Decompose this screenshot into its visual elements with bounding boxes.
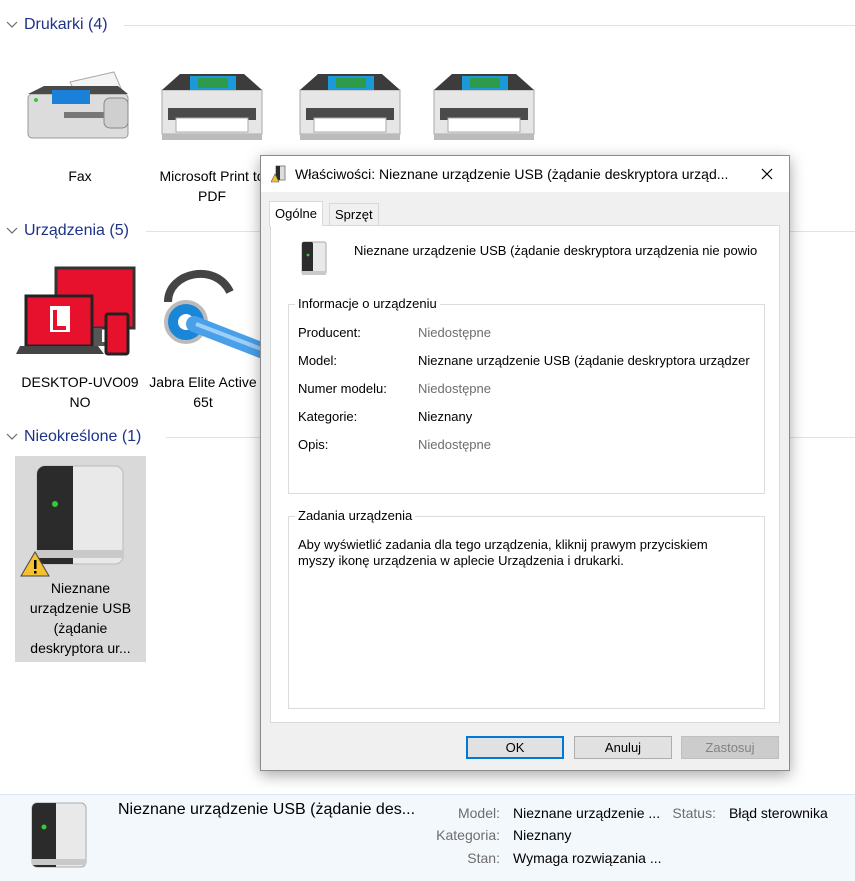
dialog-title: Właściwości: Nieznane urządzenie USB (żą…	[295, 166, 729, 182]
group-header-unspecified[interactable]: Nieokreślone (1)	[0, 425, 141, 449]
properties-dialog: Właściwości: Nieznane urządzenie USB (żą…	[260, 155, 790, 771]
device-label: DESKTOP-UVO09 NO	[21, 374, 139, 410]
details-status-key: Status:	[672, 805, 716, 821]
group-title-devices: Urządzenia (5)	[24, 222, 129, 239]
tasks-text: myszy ikonę urządzenia w aplecie Urządze…	[298, 553, 624, 568]
info-key-category: Kategorie:	[298, 409, 358, 424]
details-category-key: Kategoria:	[436, 827, 500, 843]
device-printer[interactable]: Microsoft Print to PDF	[146, 60, 278, 206]
group-divider	[124, 25, 855, 26]
apply-button[interactable]: Zastosuj	[681, 736, 779, 759]
group-header-devices[interactable]: Urządzenia (5)	[0, 219, 129, 243]
info-value-model: Nieznane urządzenie USB (żądanie deskryp…	[418, 353, 750, 368]
device-printer[interactable]	[418, 60, 550, 160]
headset-icon	[146, 262, 260, 366]
info-value-category: Nieznany	[418, 409, 473, 424]
ok-button[interactable]: OK	[466, 736, 564, 759]
details-state-value: Wymaga rozwiązania ...	[513, 850, 662, 866]
details-state-key: Stan:	[467, 850, 500, 866]
device-printer[interactable]	[284, 60, 416, 160]
group-divider	[166, 437, 260, 438]
device-label: Jabra Elite Active 65t	[149, 374, 257, 410]
computer-icon	[14, 262, 146, 366]
printer-icon	[146, 60, 278, 160]
tab-general[interactable]: Ogólne	[269, 201, 323, 226]
details-device-name: Nieznane urządzenie USB (żądanie des...	[118, 801, 416, 818]
usb-device-icon	[298, 241, 330, 284]
details-status-value: Błąd sterownika	[729, 805, 828, 821]
info-value-description: Niedostępne	[418, 437, 491, 452]
device-info-legend: Informacje o urządzeniu	[295, 296, 440, 311]
chevron-down-icon[interactable]	[0, 13, 24, 37]
group-title-unspecified: Nieokreślone (1)	[24, 428, 142, 445]
group-divider	[146, 231, 260, 232]
info-key-manufacturer: Producent:	[298, 325, 361, 340]
group-divider	[790, 231, 855, 232]
tab-hardware[interactable]: Sprzęt	[329, 203, 379, 225]
device-label: Microsoft Print to PDF	[159, 168, 265, 204]
tasks-text: Aby wyświetlić zadania dla tego urządzen…	[298, 537, 708, 552]
close-icon[interactable]	[745, 156, 789, 192]
group-title-printers: Drukarki (4)	[24, 16, 108, 33]
group-divider	[790, 437, 855, 438]
group-header-printers[interactable]: Drukarki (4)	[0, 13, 108, 37]
device-headset[interactable]: Jabra Elite Active 65t	[146, 262, 260, 412]
usb-device-icon	[28, 801, 90, 878]
usb-device-icon	[15, 456, 146, 578]
dialog-titlebar[interactable]: Właściwości: Nieznane urządzenie USB (żą…	[261, 156, 789, 192]
device-tasks-legend: Zadania urządzenia	[295, 508, 416, 523]
details-model-value: Nieznane urządzenie ...	[513, 805, 661, 821]
device-label: Fax	[68, 168, 92, 184]
chevron-down-icon[interactable]	[0, 425, 24, 449]
chevron-down-icon[interactable]	[0, 219, 24, 243]
info-key-model-number: Numer modelu:	[298, 381, 387, 396]
device-computer[interactable]: DESKTOP-UVO09 NO	[14, 262, 146, 412]
details-category-value: Nieznany	[513, 827, 572, 843]
info-value-manufacturer: Niedostępne	[418, 325, 491, 340]
details-pane: Nieznane urządzenie USB (żądanie des... …	[0, 794, 855, 881]
device-info-group: Informacje o urządzeniu Producent: Niedo…	[288, 296, 765, 494]
device-unknown-usb[interactable]: Nieznane urządzenie USB (żądanie deskryp…	[15, 456, 146, 662]
device-fax[interactable]: Fax	[14, 60, 146, 186]
usb-warning-icon	[271, 165, 287, 183]
printer-icon	[418, 60, 550, 160]
tab-panel-general: Nieznane urządzenie USB (żądanie deskryp…	[270, 225, 780, 723]
info-value-model-number: Niedostępne	[418, 381, 491, 396]
info-key-description: Opis:	[298, 437, 329, 452]
info-key-model: Model:	[298, 353, 338, 368]
device-tasks-group: Zadania urządzenia Aby wyświetlić zadani…	[288, 508, 765, 709]
device-label: Nieznane urządzenie USB (żądanie deskryp…	[29, 580, 132, 656]
cancel-button[interactable]: Anuluj	[574, 736, 672, 759]
device-name: Nieznane urządzenie USB (żądanie deskryp…	[354, 243, 758, 258]
printer-icon	[284, 60, 416, 160]
details-model-key: Model:	[457, 805, 500, 821]
fax-icon	[14, 60, 146, 160]
